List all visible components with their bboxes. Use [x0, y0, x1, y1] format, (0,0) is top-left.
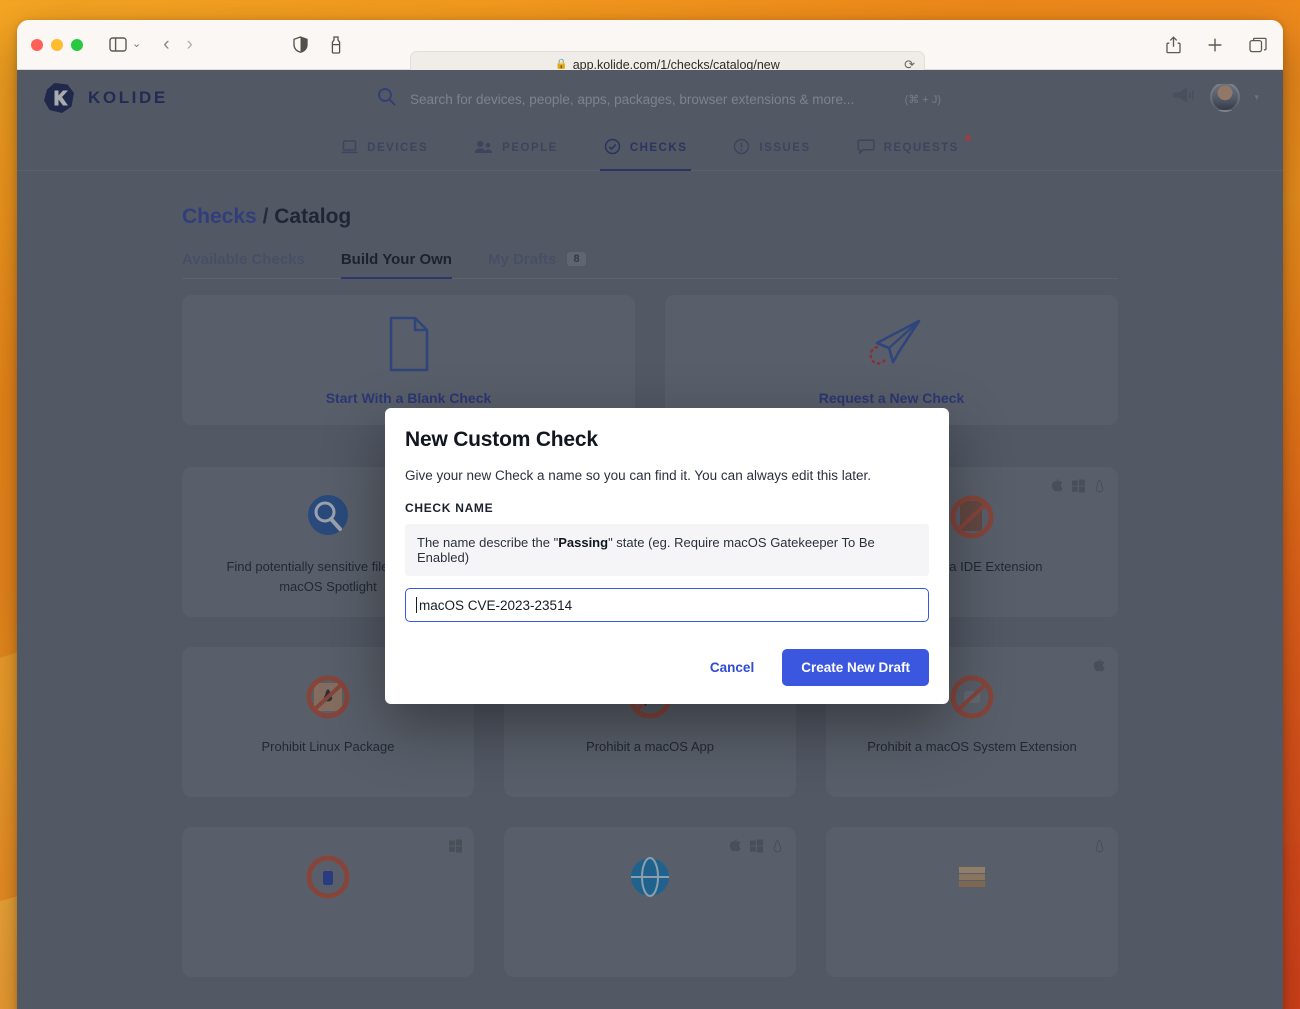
create-new-draft-button[interactable]: Create New Draft: [782, 649, 929, 686]
minimize-window-button[interactable]: [51, 39, 63, 51]
share-icon[interactable]: [1166, 36, 1181, 54]
text-caret: [416, 597, 417, 613]
new-custom-check-dialog: New Custom Check Give your new Check a n…: [385, 408, 949, 704]
maximize-window-button[interactable]: [71, 39, 83, 51]
shield-icon[interactable]: [293, 36, 308, 54]
browser-toolbar: ⌄ ‹ › 🔒 app.kolide.com/1/checks/ca: [17, 20, 1283, 70]
plus-icon[interactable]: [1207, 37, 1223, 53]
check-name-value: macOS CVE-2023-23514: [419, 598, 572, 613]
back-button[interactable]: ‹: [163, 35, 169, 54]
tab-overview-icon[interactable]: [1249, 37, 1267, 53]
check-name-label: CHECK NAME: [405, 501, 929, 515]
extension-icon[interactable]: [330, 36, 342, 54]
toolbar-mid-icons: [293, 36, 342, 54]
sidebar-icon: [109, 37, 127, 52]
chevron-down-icon: ⌄: [132, 39, 141, 50]
cancel-button[interactable]: Cancel: [700, 652, 764, 683]
nav-buttons: ‹ ›: [163, 35, 193, 54]
window-controls: [31, 39, 83, 51]
dialog-title: New Custom Check: [405, 428, 929, 452]
check-name-input[interactable]: macOS CVE-2023-23514: [405, 588, 929, 622]
dialog-actions: Cancel Create New Draft: [405, 649, 929, 686]
sidebar-toggle-button[interactable]: ⌄: [109, 37, 141, 52]
check-name-hint: The name describe the "Passing" state (e…: [405, 524, 929, 576]
lock-icon: 🔒: [555, 59, 567, 70]
safari-window: ⌄ ‹ › 🔒 app.kolide.com/1/checks/ca: [17, 20, 1283, 1009]
close-window-button[interactable]: [31, 39, 43, 51]
toolbar-right-icons: [1166, 20, 1267, 70]
hint-bold: Passing: [558, 535, 608, 550]
forward-button[interactable]: ›: [187, 35, 193, 54]
hint-prefix: The name describe the ": [417, 535, 558, 550]
dialog-subtitle: Give your new Check a name so you can fi…: [405, 468, 929, 483]
